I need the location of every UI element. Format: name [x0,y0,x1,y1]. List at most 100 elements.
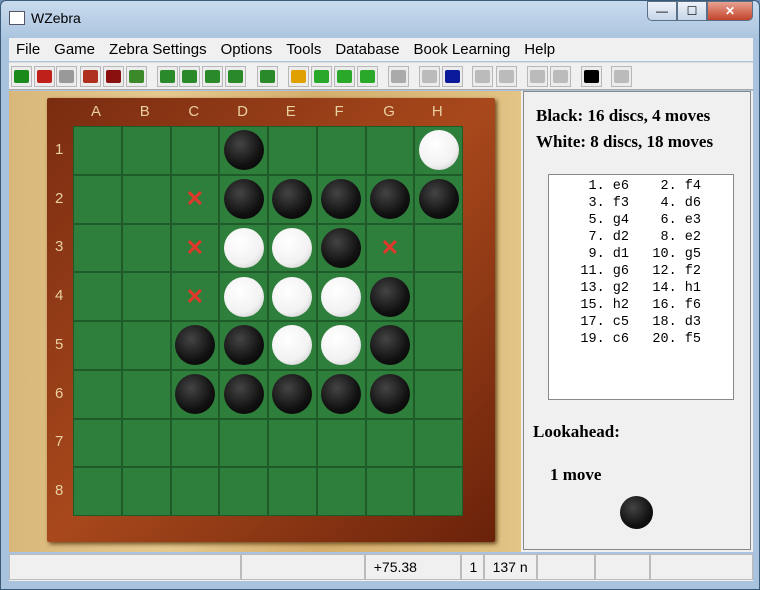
board-cell-e7[interactable] [268,418,317,468]
move-entry[interactable]: 2. f4 [629,178,701,195]
down-button[interactable] [472,66,493,87]
open-folder-button[interactable] [126,66,147,87]
board-cell-g8[interactable] [365,467,415,516]
board-cell-d1[interactable] [219,126,268,175]
move-entry[interactable]: 17. c5 [557,314,629,331]
zebra-book-button[interactable] [34,66,55,87]
stop-button[interactable] [288,66,309,87]
flip-board-button[interactable] [311,66,332,87]
board-cell-f8[interactable] [316,467,366,516]
board-cell-a1[interactable] [73,126,122,175]
board-cell-b8[interactable] [121,467,171,516]
board-cell-h3[interactable] [414,223,463,273]
board-cell-a7[interactable] [73,418,122,468]
board-cell-a5[interactable] [73,321,122,370]
board-cell-b5[interactable] [121,321,171,370]
menu-zebra-settings[interactable]: Zebra Settings [102,41,214,58]
board-cell-e2[interactable] [268,174,317,224]
board-cell-e5[interactable] [268,321,317,370]
rotate-button[interactable] [334,66,355,87]
back-move-button[interactable] [442,66,463,87]
board-cell-h5[interactable] [414,321,463,370]
last-move-button[interactable] [550,66,571,87]
move-entry[interactable]: 18. d3 [629,314,701,331]
board-cell-d5[interactable] [219,321,268,370]
move-list[interactable]: 1. e6 2. f4 3. f3 4. d6 5. g4 6. e3 7. d2 8. e2… [548,174,734,400]
menu-database[interactable]: Database [328,41,406,58]
board-cell-g4[interactable] [365,272,415,321]
board-cell-g2[interactable] [365,174,415,224]
board-cell-d7[interactable] [219,418,268,468]
board-cell-f2[interactable] [316,174,366,224]
board-cell-g6[interactable] [365,369,415,419]
menu-file[interactable]: File [9,41,47,58]
move-entry[interactable]: 6. e3 [629,212,701,229]
board-cell-f3[interactable] [316,223,366,273]
menu-tools[interactable]: Tools [279,41,328,58]
board-cell-h2[interactable] [414,174,463,224]
zz-button[interactable] [225,66,246,87]
board-cell-h8[interactable] [414,467,463,516]
move-entry[interactable]: 5. g4 [557,212,629,229]
board-cell-h4[interactable] [414,272,463,321]
move-entry[interactable]: 7. d2 [557,229,629,246]
move-entry[interactable]: 19. c6 [557,331,629,348]
board-cell-b4[interactable] [121,272,171,321]
move-entry[interactable]: 14. h1 [629,280,701,297]
disabled-1-button[interactable] [56,66,77,87]
board-cell-f7[interactable] [316,418,366,468]
board-cell-c4[interactable]: ✕ [170,272,220,321]
board-cell-b3[interactable] [121,223,171,273]
move-entry[interactable]: 16. f6 [629,297,701,314]
board-cell-d3[interactable] [219,223,268,273]
board-cell-d2[interactable] [219,174,268,224]
board-cell-b2[interactable] [121,174,171,224]
undo-rotate-button[interactable] [357,66,378,87]
board-cell-f1[interactable] [316,126,366,175]
board-cell-c3[interactable]: ✕ [170,223,220,273]
board-cell-c7[interactable] [170,418,220,468]
new-game-button[interactable] [11,66,32,87]
board-cell-f5[interactable] [316,321,366,370]
board-cell-e8[interactable] [268,467,317,516]
board-cell-h7[interactable] [414,418,463,468]
move-entry[interactable]: 9. d1 [557,246,629,263]
board-cell-d6[interactable] [219,369,268,419]
move-now-button[interactable] [157,66,178,87]
move-entry[interactable]: 10. g5 [629,246,701,263]
minimize-button[interactable]: — [647,1,677,21]
move-entry[interactable]: 15. h2 [557,297,629,314]
board-cell-f6[interactable] [316,369,366,419]
board-cell-e4[interactable] [268,272,317,321]
maximize-button[interactable]: ☐ [677,1,707,21]
move-entry[interactable]: 20. f5 [629,331,701,348]
save-button[interactable] [103,66,124,87]
board-cell-a8[interactable] [73,467,122,516]
menu-options[interactable]: Options [214,41,280,58]
board-cell-e3[interactable] [268,223,317,273]
othello-board[interactable]: ✕ ✕ ✕ ✕ [73,126,463,516]
board-cell-f4[interactable] [316,272,366,321]
board-cell-e1[interactable] [268,126,317,175]
board-cell-g5[interactable] [365,321,415,370]
forward-move-button[interactable] [527,66,548,87]
move-entry[interactable]: 8. e2 [629,229,701,246]
board-cell-d4[interactable] [219,272,268,321]
move-entry[interactable]: 11. g6 [557,263,629,280]
pause-button[interactable] [611,66,632,87]
analyze-button[interactable] [179,66,200,87]
board-cell-b6[interactable] [121,369,171,419]
board-cell-d8[interactable] [219,467,268,516]
board-cell-g7[interactable] [365,418,415,468]
menu-game[interactable]: Game [47,41,102,58]
menu-help[interactable]: Help [517,41,562,58]
close-button[interactable]: ✕ [707,1,753,21]
board-cell-h1[interactable] [414,126,463,175]
board-cell-a3[interactable] [73,223,122,273]
board-cell-h6[interactable] [414,369,463,419]
move-entry[interactable]: 12. f2 [629,263,701,280]
move-entry[interactable]: 13. g2 [557,280,629,297]
first-move-button[interactable] [419,66,440,87]
drop-move-button[interactable] [257,66,278,87]
board-cell-c6[interactable] [170,369,220,419]
